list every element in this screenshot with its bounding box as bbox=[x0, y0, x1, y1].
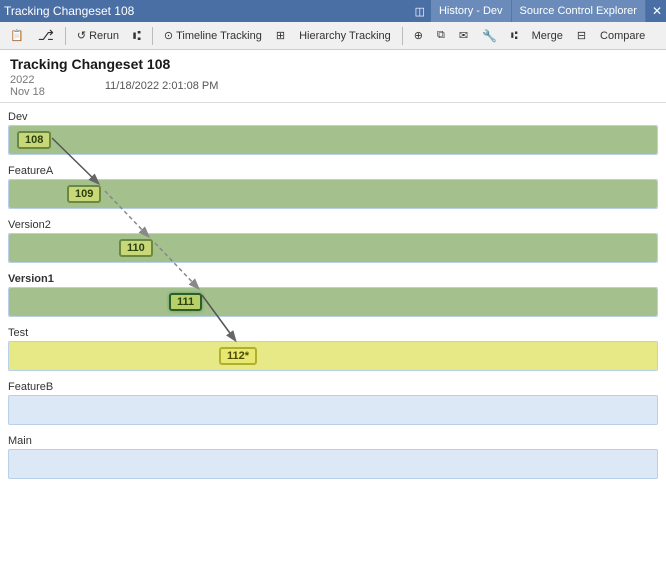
sep2 bbox=[152, 27, 153, 45]
rerun-icon: ↺ bbox=[77, 29, 86, 42]
branch2-button[interactable]: ⑆ bbox=[127, 25, 147, 46]
month-day-label: Nov 18 bbox=[10, 86, 45, 98]
branch-featureA: FeatureA 109 bbox=[0, 161, 666, 209]
branch-test-label: Test bbox=[0, 323, 666, 341]
branch-version2: Version2 110 bbox=[0, 215, 666, 263]
branch-version1-label: Version1 bbox=[0, 269, 666, 287]
branch-dev: Dev 108 bbox=[0, 107, 666, 155]
add-button[interactable]: ⊕ bbox=[408, 26, 429, 45]
branch-icon: ⎇ bbox=[38, 27, 54, 44]
branch-button[interactable]: ⎇ bbox=[32, 24, 60, 47]
toolbar: 📋 ⎇ ↺ Rerun ⑆ ⊙ Timeline Tracking ⊞ Hier… bbox=[0, 22, 666, 50]
rerun-label: Rerun bbox=[89, 30, 119, 42]
branch-featureA-label: FeatureA bbox=[0, 161, 666, 179]
branch-dev-bar bbox=[9, 126, 657, 154]
compare-icon: ⊟ bbox=[577, 29, 586, 42]
date-left: 2022 Nov 18 bbox=[10, 74, 45, 98]
branch-main-track bbox=[8, 449, 658, 479]
timeline-icon: ⊙ bbox=[164, 29, 173, 42]
merge-label: Merge bbox=[532, 30, 563, 42]
branch-test-track: 112* bbox=[8, 341, 658, 371]
hierarchy-label: Hierarchy Tracking bbox=[299, 30, 391, 42]
branch-version2-track: 110 bbox=[8, 233, 658, 263]
page-header: Tracking Changeset 108 2022 Nov 18 11/18… bbox=[0, 50, 666, 103]
branch-test-bar bbox=[9, 342, 657, 370]
branches-container: Dev 108 FeatureA 109 Version2 bbox=[0, 103, 666, 489]
close-button[interactable]: ✕ bbox=[652, 4, 662, 18]
mail-icon: ✉ bbox=[459, 29, 468, 42]
wrench-icon: 🔧 bbox=[482, 29, 497, 43]
title-bar: Tracking Changeset 108 ◫ History - Dev S… bbox=[0, 0, 666, 22]
timeline-button[interactable]: ⊙ Timeline Tracking bbox=[158, 26, 268, 45]
rerun-button[interactable]: ↺ Rerun bbox=[71, 26, 125, 45]
branch-featureA-track: 109 bbox=[8, 179, 658, 209]
tab-history-dev-label: History - Dev bbox=[439, 5, 503, 17]
page-title: Tracking Changeset 108 bbox=[10, 56, 656, 72]
branch-version2-label: Version2 bbox=[0, 215, 666, 233]
merge-button[interactable]: Merge bbox=[526, 27, 569, 45]
merge-branch-icon: ⑆ bbox=[511, 30, 518, 42]
sep3 bbox=[402, 27, 403, 45]
branch-version2-bar bbox=[9, 234, 657, 262]
copy-icon: ⧉ bbox=[437, 29, 445, 42]
branch-dev-track: 108 bbox=[8, 125, 658, 155]
mail-button[interactable]: ✉ bbox=[453, 26, 474, 45]
file-icon: 📋 bbox=[10, 29, 24, 42]
tab-bar: History - Dev Source Control Explorer bbox=[431, 0, 646, 22]
cs-badge-108[interactable]: 108 bbox=[17, 131, 51, 149]
pin-button[interactable]: ◫ bbox=[415, 5, 425, 18]
branch2-icon: ⑆ bbox=[133, 28, 141, 43]
branch-featureA-bar bbox=[9, 180, 657, 208]
window-title: Tracking Changeset 108 bbox=[4, 4, 415, 18]
branch-main-label: Main bbox=[0, 431, 666, 449]
hierarchy-icon: ⊞ bbox=[276, 29, 285, 42]
branch-featureB-track bbox=[8, 395, 658, 425]
tab-source-control-label: Source Control Explorer bbox=[520, 5, 637, 17]
branch-featureB-label: FeatureB bbox=[0, 377, 666, 395]
copy-button[interactable]: ⧉ bbox=[431, 26, 451, 45]
hierarchy-icon-button[interactable]: ⊞ bbox=[270, 26, 291, 45]
branch-version1-track: 111 bbox=[8, 287, 658, 317]
content-area: Dev 108 FeatureA 109 Version2 bbox=[0, 103, 666, 574]
cs-badge-110[interactable]: 110 bbox=[119, 239, 153, 257]
add-icon: ⊕ bbox=[414, 29, 423, 42]
branch-dev-label: Dev bbox=[0, 107, 666, 125]
branch-test: Test 112* bbox=[0, 323, 666, 371]
compare-button[interactable]: Compare bbox=[594, 27, 651, 45]
sep1 bbox=[65, 27, 66, 45]
tab-source-control[interactable]: Source Control Explorer bbox=[512, 0, 646, 22]
timeline-label: Timeline Tracking bbox=[176, 30, 262, 42]
branch-version1-bar bbox=[9, 288, 657, 316]
hierarchy-button[interactable]: Hierarchy Tracking bbox=[293, 27, 397, 45]
date-full: 11/18/2022 2:01:08 PM bbox=[105, 80, 219, 92]
year-label: 2022 bbox=[10, 74, 45, 86]
branch-featureB: FeatureB bbox=[0, 377, 666, 425]
compare-label: Compare bbox=[600, 30, 645, 42]
branch-main: Main bbox=[0, 431, 666, 479]
cs-badge-112[interactable]: 112* bbox=[219, 347, 257, 365]
file-button[interactable]: 📋 bbox=[4, 26, 30, 45]
cs-badge-109[interactable]: 109 bbox=[67, 185, 101, 203]
compare-icon-button[interactable]: ⊟ bbox=[571, 26, 592, 45]
merge-branch-button[interactable]: ⑆ bbox=[505, 27, 524, 45]
tab-history-dev[interactable]: History - Dev bbox=[431, 0, 512, 22]
wrench-button[interactable]: 🔧 bbox=[476, 26, 503, 46]
branch-version1: Version1 111 bbox=[0, 269, 666, 317]
cs-badge-111[interactable]: 111 bbox=[169, 293, 202, 311]
